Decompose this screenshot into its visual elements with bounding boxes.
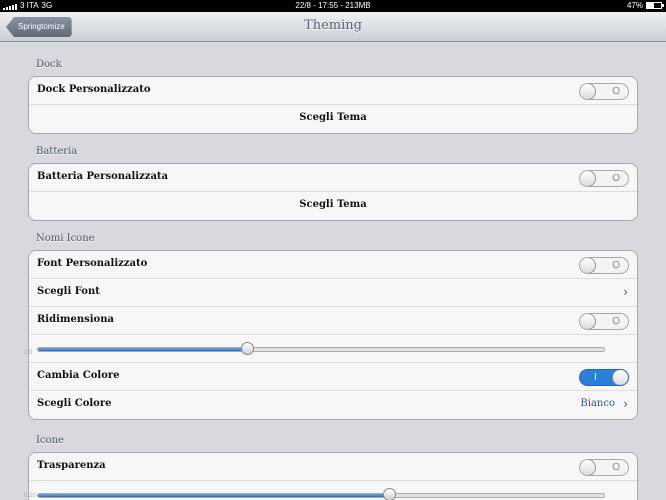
- chevron-right-icon: ›: [623, 397, 628, 411]
- section-header-battery: Batteria: [36, 146, 78, 157]
- dock-choose-theme-row[interactable]: Scegli Tema: [29, 105, 637, 133]
- toggle-off-glyph: O: [612, 260, 620, 271]
- change-color-row: Cambia Colore I: [29, 363, 637, 391]
- toggle-knob: [580, 258, 596, 273]
- transparency-slider-row: [29, 481, 637, 500]
- status-right: 47%: [626, 1, 664, 10]
- choose-color-value: Bianco: [580, 398, 615, 409]
- choose-font-row[interactable]: Scegli Font ›: [29, 279, 637, 307]
- dock-choose-theme-label: Scegli Tema: [299, 112, 367, 123]
- page-title: Theming: [304, 18, 362, 33]
- battery-icon: [646, 2, 664, 9]
- section-header-icons: Icone: [36, 435, 64, 446]
- font-custom-label: Font Personalizzato: [37, 258, 148, 269]
- navigation-bar: Springtomize Theming: [0, 12, 666, 42]
- chevron-right-icon: ›: [623, 285, 628, 299]
- dock-custom-toggle[interactable]: O: [579, 83, 629, 100]
- change-color-label: Cambia Colore: [37, 370, 120, 381]
- battery-percent: 47%: [626, 1, 643, 10]
- dock-custom-row: Dock Personalizzato O: [29, 77, 637, 105]
- status-time: 22/8 - 17:55 - 213MB: [295, 1, 371, 10]
- toggle-off-glyph: O: [612, 316, 620, 327]
- change-color-toggle[interactable]: I: [579, 369, 629, 386]
- resize-slider-thumb[interactable]: [240, 342, 254, 355]
- choose-color-label: Scegli Colore: [37, 398, 112, 409]
- dock-custom-label: Dock Personalizzato: [37, 84, 151, 95]
- toggle-off-glyph: O: [612, 86, 620, 97]
- toggle-off-glyph: O: [612, 462, 620, 473]
- battery-custom-label: Batteria Personalizzata: [37, 171, 169, 182]
- font-custom-row: Font Personalizzato O: [29, 251, 637, 279]
- toggle-on-glyph: I: [594, 372, 597, 383]
- status-bar: 3 ITA 3G 22/8 - 17:55 - 213MB 47%: [0, 0, 666, 12]
- battery-choose-theme-row[interactable]: Scegli Tema: [29, 192, 637, 220]
- choose-font-label: Scegli Font: [37, 286, 100, 297]
- group-dock: Dock Personalizzato O Scegli Tema: [28, 76, 638, 134]
- battery-level: [647, 3, 654, 8]
- resize-slider[interactable]: [37, 347, 605, 352]
- group-battery: Batteria Personalizzata O Scegli Tema: [28, 163, 638, 221]
- resize-slider-row: [29, 335, 637, 363]
- toggle-off-glyph: O: [612, 173, 620, 184]
- resize-slider-min-label: 1.0: [24, 350, 33, 356]
- toggle-knob: [580, 84, 596, 99]
- transparency-slider-min-label: 0.20: [24, 493, 36, 499]
- slider-fill: [38, 348, 248, 351]
- group-icon-names: Font Personalizzato O Scegli Font › Ridi…: [28, 250, 638, 420]
- battery-custom-toggle[interactable]: O: [579, 170, 629, 187]
- battery-choose-theme-label: Scegli Tema: [299, 199, 367, 210]
- resize-label: Ridimensiona: [37, 314, 114, 325]
- group-icons: Trasparenza O: [28, 452, 638, 500]
- resize-toggle[interactable]: O: [579, 313, 629, 330]
- section-header-icon-names: Nomi Icone: [36, 233, 95, 244]
- transparency-toggle[interactable]: O: [579, 459, 629, 476]
- battery-custom-row: Batteria Personalizzata O: [29, 164, 637, 192]
- toggle-knob: [580, 314, 596, 329]
- toggle-knob: [612, 370, 628, 385]
- transparency-label: Trasparenza: [37, 460, 106, 471]
- section-header-dock: Dock: [36, 59, 62, 70]
- transparency-row: Trasparenza O: [29, 453, 637, 481]
- resize-row: Ridimensiona O: [29, 307, 637, 335]
- slider-fill: [38, 494, 389, 497]
- font-custom-toggle[interactable]: O: [579, 257, 629, 274]
- choose-color-row[interactable]: Scegli Colore Bianco ›: [29, 391, 637, 419]
- transparency-slider-thumb[interactable]: [382, 488, 396, 500]
- toggle-knob: [580, 460, 596, 475]
- toggle-knob: [580, 171, 596, 186]
- transparency-slider[interactable]: [37, 493, 605, 498]
- settings-list[interactable]: Dock Dock Personalizzato O Scegli Tema B…: [0, 42, 666, 500]
